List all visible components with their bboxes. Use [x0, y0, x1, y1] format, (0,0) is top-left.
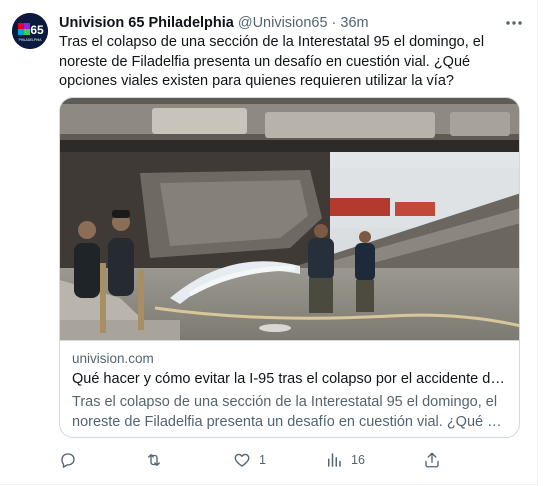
- like-button[interactable]: 1: [233, 450, 266, 470]
- more-button[interactable]: [503, 13, 525, 33]
- views-count: 16: [351, 453, 365, 467]
- tweet-bottom-border: [0, 484, 537, 485]
- collapsed-highway-photo: [60, 98, 519, 340]
- share-icon: [425, 452, 439, 468]
- card-domain: univision.com: [72, 351, 154, 366]
- retweet-icon: [148, 454, 160, 466]
- card-title[interactable]: Qué hacer y cómo evitar la I-95 tras el …: [72, 371, 512, 387]
- header-separator: ·: [331, 15, 337, 31]
- reply-button[interactable]: [59, 450, 85, 470]
- link-card[interactable]: univision.com Qué hacer y cómo evitar la…: [59, 97, 520, 438]
- display-name[interactable]: Univision 65 Philadelphia: [59, 15, 234, 31]
- more-horizontal-icon: [506, 21, 522, 25]
- like-count: 1: [259, 453, 266, 467]
- views-button[interactable]: 16: [325, 450, 365, 470]
- card-image: [60, 98, 519, 340]
- timeline-right-border: [537, 0, 538, 486]
- heart-icon: [234, 453, 250, 467]
- avatar-logo-text: 65: [30, 23, 44, 37]
- retweet-button[interactable]: [145, 450, 171, 470]
- tweet-actions: 1 16: [59, 450, 459, 470]
- avatar[interactable]: 65 PHILADELPHIA: [12, 13, 48, 49]
- avatar-logo-subtext: PHILADELPHIA: [19, 38, 43, 42]
- reply-icon: [61, 453, 75, 468]
- univision-logo-icon: 65 PHILADELPHIA: [12, 13, 48, 49]
- tweet-text: Tras el colapso de una sección de la Int…: [59, 34, 485, 89]
- card-description: Tras el colapso de una sección de la Int…: [72, 394, 502, 430]
- share-button[interactable]: [423, 450, 441, 470]
- tweet-timestamp[interactable]: 36m: [340, 15, 368, 31]
- views-bar-chart-icon: [328, 453, 341, 467]
- tweet-header: Univision 65 Philadelphia @Univision65 ·…: [59, 14, 529, 32]
- card-meta: univision.com Qué hacer y cómo evitar la…: [60, 340, 519, 437]
- user-handle[interactable]: @Univision65: [238, 15, 328, 31]
